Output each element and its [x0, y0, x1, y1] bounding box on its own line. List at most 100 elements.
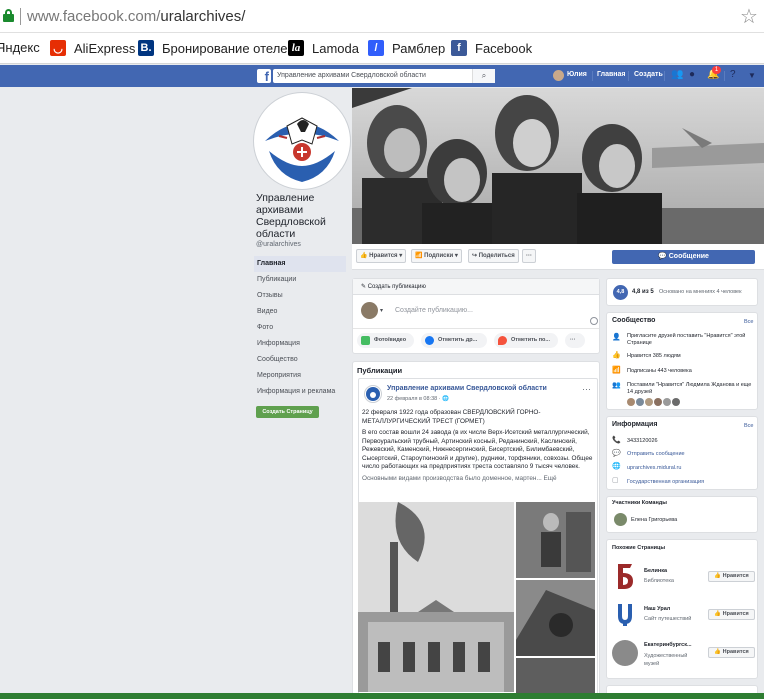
facebook-logo-icon[interactable]: f — [257, 69, 271, 83]
avatar[interactable] — [627, 398, 635, 406]
share-button[interactable]: ↪ Поделиться — [468, 249, 519, 263]
similar-page-2-like-button[interactable]: 👍 Нравится — [708, 609, 755, 620]
search-icon[interactable]: ⌕ — [472, 69, 495, 83]
facebook-icon: f — [451, 40, 467, 56]
post-author[interactable]: Управление архивами Свердловской области — [387, 385, 547, 392]
bookmark-aliexpress[interactable]: ◡ AliExpress — [50, 40, 135, 56]
avatar[interactable] — [654, 398, 662, 406]
more-button[interactable]: ··· — [522, 249, 536, 263]
follow-button[interactable]: 📶 Подписки ▾ — [411, 249, 462, 263]
nav-home[interactable]: Главная — [597, 71, 625, 78]
bookmark-star-icon[interactable]: ☆ — [740, 4, 758, 29]
avatar[interactable] — [663, 398, 671, 406]
friend-requests-icon[interactable]: 👥 — [671, 69, 683, 80]
nav-profile[interactable]: Юлия — [567, 71, 587, 78]
user-avatar[interactable] — [553, 70, 564, 81]
similar-page-1-name[interactable]: Белинка — [644, 568, 667, 574]
composer-header[interactable]: ✎ Создать публикацию — [353, 279, 599, 295]
lock-icon — [3, 9, 14, 22]
rating-value[interactable]: 4,8 из 5 — [632, 289, 654, 295]
nav-item-about[interactable]: Информация — [254, 336, 346, 352]
team-member-avatar[interactable] — [614, 513, 627, 526]
community-title: Сообщество — [612, 317, 656, 324]
post-photo-2[interactable] — [516, 502, 595, 578]
booking-icon: B. — [138, 40, 154, 56]
info-title: Информация — [612, 421, 658, 428]
similar-page-3-like-button[interactable]: 👍 Нравится — [708, 647, 755, 658]
likes-count: Нравится 385 людям — [627, 353, 681, 359]
post-text: 22 февраля 1922 года образован СВЕРДЛОВС… — [362, 409, 595, 486]
page-handle[interactable]: @uralarchives — [256, 241, 301, 248]
team-member-name[interactable]: Елена Григорьева — [631, 517, 677, 523]
bookmark-lamoda[interactable]: la Lamoda — [288, 40, 359, 56]
category-link[interactable]: Государственная организация — [627, 479, 704, 485]
nav-item-ads-info[interactable]: Информация и реклама — [254, 384, 346, 400]
messenger-icon: 💬 — [612, 450, 621, 457]
post-date[interactable]: 22 февраля в 08:38 · 🌐 — [387, 396, 449, 402]
cover-image-pilots — [352, 88, 764, 244]
send-message-link[interactable]: Отправить сообщение — [627, 451, 685, 457]
tag-friends-button[interactable]: Отметить др... — [421, 333, 487, 348]
similar-page-2-category: Сайт путешествий — [644, 616, 692, 622]
similar-page-1-like-button[interactable]: 👍 Нравится — [708, 571, 755, 582]
post-photo-4[interactable] — [516, 658, 595, 693]
like-page-button[interactable]: 👍 Нравится ▾ — [356, 249, 407, 263]
nav-item-videos[interactable]: Видео — [254, 304, 346, 320]
post-author-avatar[interactable] — [364, 385, 382, 403]
similar-page-3-logo[interactable] — [612, 640, 638, 666]
similar-page-3-name[interactable]: Екатеринбургск... — [644, 642, 692, 648]
bookmark-rambler[interactable]: / Рамблер — [368, 40, 445, 56]
nav-create[interactable]: Создать — [634, 71, 663, 78]
create-page-button[interactable]: Создать Страницу — [256, 406, 319, 418]
rating-text: Основано на мнениях 4 человек — [659, 289, 742, 295]
worker-photo — [516, 502, 595, 578]
nav-item-photos[interactable]: Фото — [254, 320, 346, 336]
help-icon[interactable]: ? — [730, 69, 736, 80]
avatar[interactable] — [672, 398, 680, 406]
page-profile-picture[interactable] — [254, 93, 350, 189]
globe-icon: 🌐 — [612, 463, 621, 470]
friends-icon: 👥 — [612, 382, 621, 389]
post-options-icon[interactable]: ··· — [582, 384, 591, 394]
post-body: В его состав вошли 24 завода (в их числе… — [362, 429, 593, 470]
search-input[interactable]: Управление архивами Свердловской области — [273, 69, 495, 83]
bookmark-facebook[interactable]: f Facebook — [451, 40, 532, 56]
community-see-all[interactable]: Все — [744, 319, 753, 325]
avatar[interactable] — [645, 398, 653, 406]
invite-friends-text[interactable]: Пригласите друзей поставить "Нравится" э… — [627, 333, 752, 347]
photo-icon — [361, 336, 370, 345]
post-photo-3[interactable] — [516, 580, 595, 656]
bookmark-yandex[interactable]: Яндекс — [0, 40, 40, 55]
info-see-all[interactable]: Все — [744, 423, 753, 429]
website-link[interactable]: uprarchives.midural.ru — [627, 465, 681, 471]
composer-input[interactable]: Создайте публикацию... — [395, 307, 473, 314]
avatar[interactable] — [636, 398, 644, 406]
divider — [724, 71, 725, 81]
composer-more-button[interactable]: ··· — [565, 333, 585, 348]
similar-page-2-name[interactable]: Наш Урал — [644, 606, 670, 612]
send-message-button[interactable]: 💬 Сообщение — [612, 250, 755, 264]
address-bar[interactable]: www.facebook.com/uralarchives/ ☆ — [0, 0, 764, 33]
emoji-icon[interactable] — [590, 317, 598, 325]
chevron-down-icon[interactable]: ▼ — [748, 71, 756, 80]
coat-of-arms-logo — [258, 97, 346, 185]
friend-likes-text[interactable]: Поставили "Нравится" Людмила Жданова и е… — [627, 382, 752, 396]
like-icon: 👍 — [612, 352, 621, 359]
chevron-down-icon[interactable]: ▾ — [380, 307, 383, 314]
nav-item-reviews[interactable]: Отзывы — [254, 288, 346, 304]
messenger-icon[interactable]: ● — [689, 69, 695, 80]
post-see-more[interactable]: Основными видами производства было домен… — [362, 475, 595, 484]
bookmark-booking[interactable]: B. Бронирование отелей — [138, 40, 295, 56]
check-in-button[interactable]: Отметить по... — [494, 333, 558, 348]
nav-item-community[interactable]: Сообщество — [254, 352, 346, 368]
post-photo-main[interactable] — [358, 502, 514, 692]
phone-number[interactable]: 3433120026 — [627, 438, 658, 444]
similar-page-2-logo[interactable] — [612, 600, 638, 628]
photo-video-button[interactable]: Фото/видео — [357, 333, 414, 348]
url-text[interactable]: www.facebook.com/uralarchives/ — [27, 8, 245, 25]
cover-photo[interactable] — [352, 88, 764, 244]
nav-item-posts[interactable]: Публикации — [254, 272, 346, 288]
similar-page-1-logo[interactable] — [612, 562, 638, 590]
nav-item-home[interactable]: Главная — [254, 256, 346, 272]
nav-item-events[interactable]: Мероприятия — [254, 368, 346, 384]
